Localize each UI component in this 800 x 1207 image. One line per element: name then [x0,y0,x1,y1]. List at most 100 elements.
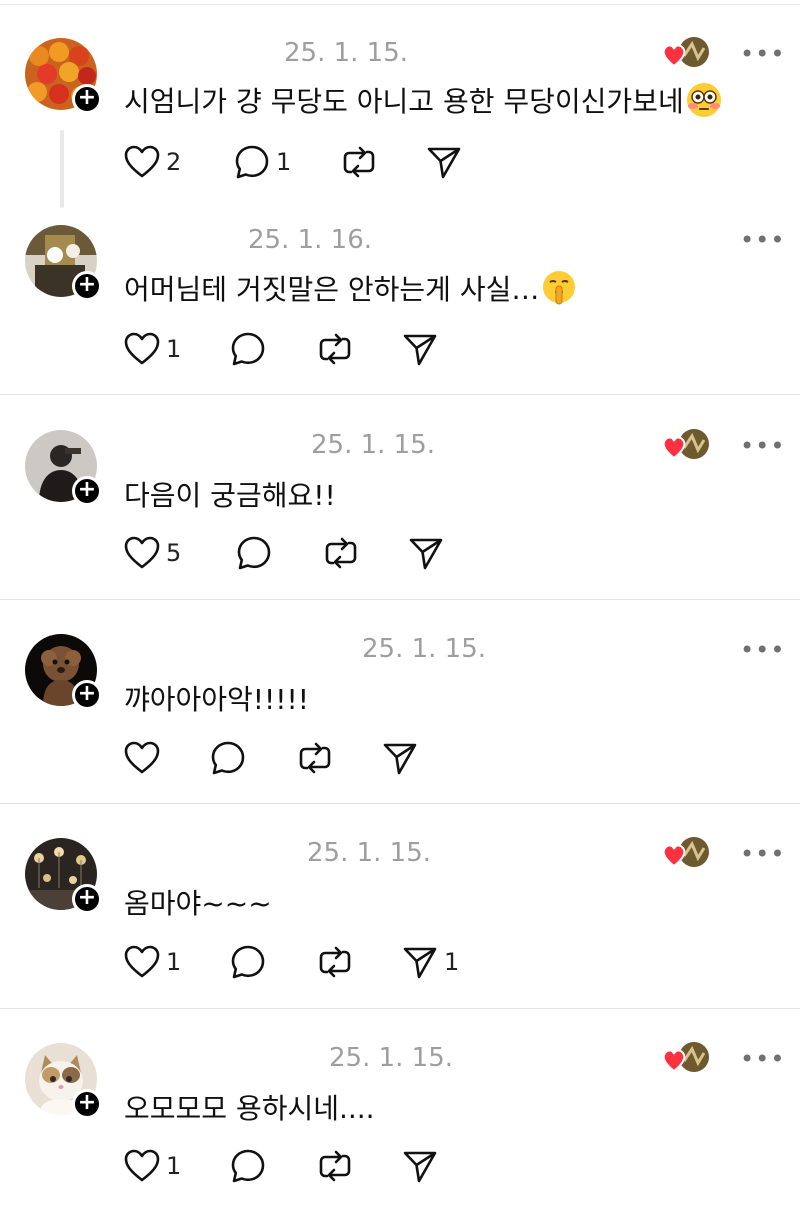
follow-button[interactable]: + [72,1089,102,1119]
comment-text: 오모모모 용하시네.... [124,1087,375,1127]
speech-bubble-icon [235,145,269,179]
follow-button[interactable]: + [72,680,102,710]
divider [0,394,800,395]
comment-text: 시엄니가 걍 무당도 아니고 용한 무당이신가보네 [124,80,722,125]
comment-text: 다음이 궁금해요!! [124,474,336,514]
thread-line [60,130,64,208]
comment-text: 어머님테 거짓말은 안하는게 사실… [124,268,577,313]
repost-button[interactable] [318,942,352,982]
heart-icon [124,741,160,774]
comment-date: 25. 1. 15. [329,1043,454,1073]
shushing-face-icon [541,270,577,313]
repost-button[interactable] [324,533,358,573]
repost-icon [299,742,331,774]
comment-body: 어머님테 거짓말은 안하는게 사실… [124,273,540,306]
share-button[interactable] [402,1146,438,1186]
reply-button[interactable] [236,533,272,573]
divider [0,803,800,804]
speech-bubble-icon [231,1149,265,1183]
divider [0,1008,800,1009]
comment-date: 25. 1. 15. [311,430,436,460]
like-button[interactable]: 1 [124,329,181,369]
repost-icon [319,946,351,978]
follow-button[interactable]: + [72,84,102,114]
reply-button[interactable] [230,1146,266,1186]
like-button[interactable] [124,738,160,778]
speech-bubble-icon [211,741,245,775]
like-count: 1 [166,1152,182,1180]
comment-date: 25. 1. 15. [284,38,409,68]
comment-date: 25. 1. 15. [307,838,432,868]
repost-button[interactable] [342,142,376,182]
repost-button[interactable] [298,738,332,778]
like-count: 1 [166,335,182,363]
follow-button[interactable]: + [72,884,102,914]
comment-body: 꺄아아아악!!!!! [124,683,309,716]
creator-liked-badge [662,36,710,70]
reply-button[interactable] [210,738,246,778]
share-button[interactable] [402,329,438,369]
share-count: 1 [444,948,460,976]
repost-icon [319,333,351,365]
like-button[interactable]: 2 [124,142,181,182]
more-options-icon[interactable]: ••• [740,434,785,458]
comment-body: 시엄니가 걍 무당도 아니고 용한 무당이신가보네 [124,85,684,118]
flushed-face-icon [686,82,722,125]
creator-liked-badge [662,836,710,870]
creator-liked-badge [662,1041,710,1075]
like-button[interactable]: 1 [124,1146,181,1186]
like-button[interactable]: 1 [124,942,181,982]
heart-icon [124,145,160,178]
divider [0,599,800,600]
reply-button[interactable] [230,942,266,982]
repost-icon [319,1150,351,1182]
comment-text: 꺄아아아악!!!!! [124,678,309,718]
speech-bubble-icon [231,945,265,979]
more-options-icon[interactable]: ••• [740,638,785,662]
like-button[interactable]: 5 [124,533,181,573]
heart-badge-icon [662,44,686,68]
repost-icon [343,146,375,178]
send-icon [403,334,437,366]
comment-body: 오모모모 용하시네.... [124,1092,375,1125]
heart-badge-icon [662,1049,686,1073]
heart-icon [124,536,160,569]
repost-icon [325,537,357,569]
reply-button[interactable]: 1 [234,142,291,182]
send-icon [383,743,417,775]
repost-button[interactable] [318,329,352,369]
comment-date: 25. 1. 15. [362,634,487,664]
heart-icon [124,945,160,978]
like-count: 1 [166,948,182,976]
more-options-icon[interactable]: ••• [740,1047,785,1071]
heart-badge-icon [662,844,686,868]
speech-bubble-icon [231,332,265,366]
send-icon [427,147,461,179]
more-options-icon[interactable]: ••• [740,228,785,252]
more-options-icon[interactable]: ••• [740,842,785,866]
comment-body: 옴마야~~~ [124,887,272,920]
top-divider [0,4,800,5]
more-options-icon[interactable]: ••• [740,42,785,66]
heart-badge-icon [662,436,686,460]
share-button[interactable] [426,142,462,182]
send-icon [403,1151,437,1183]
creator-liked-badge [662,428,710,462]
share-button[interactable] [382,738,418,778]
speech-bubble-icon [237,536,271,570]
reply-button[interactable] [230,329,266,369]
follow-button[interactable]: + [72,476,102,506]
heart-icon [124,332,160,365]
send-icon [403,947,437,979]
share-button[interactable]: 1 [402,942,459,982]
follow-button[interactable]: + [72,271,102,301]
comment-date: 25. 1. 16. [248,225,373,255]
comment-body: 다음이 궁금해요!! [124,479,336,512]
comment-text: 옴마야~~~ [124,882,272,922]
send-icon [409,538,443,570]
repost-button[interactable] [318,1146,352,1186]
like-count: 5 [166,539,182,567]
heart-icon [124,1149,160,1182]
reply-count: 1 [276,148,292,176]
share-button[interactable] [408,533,444,573]
